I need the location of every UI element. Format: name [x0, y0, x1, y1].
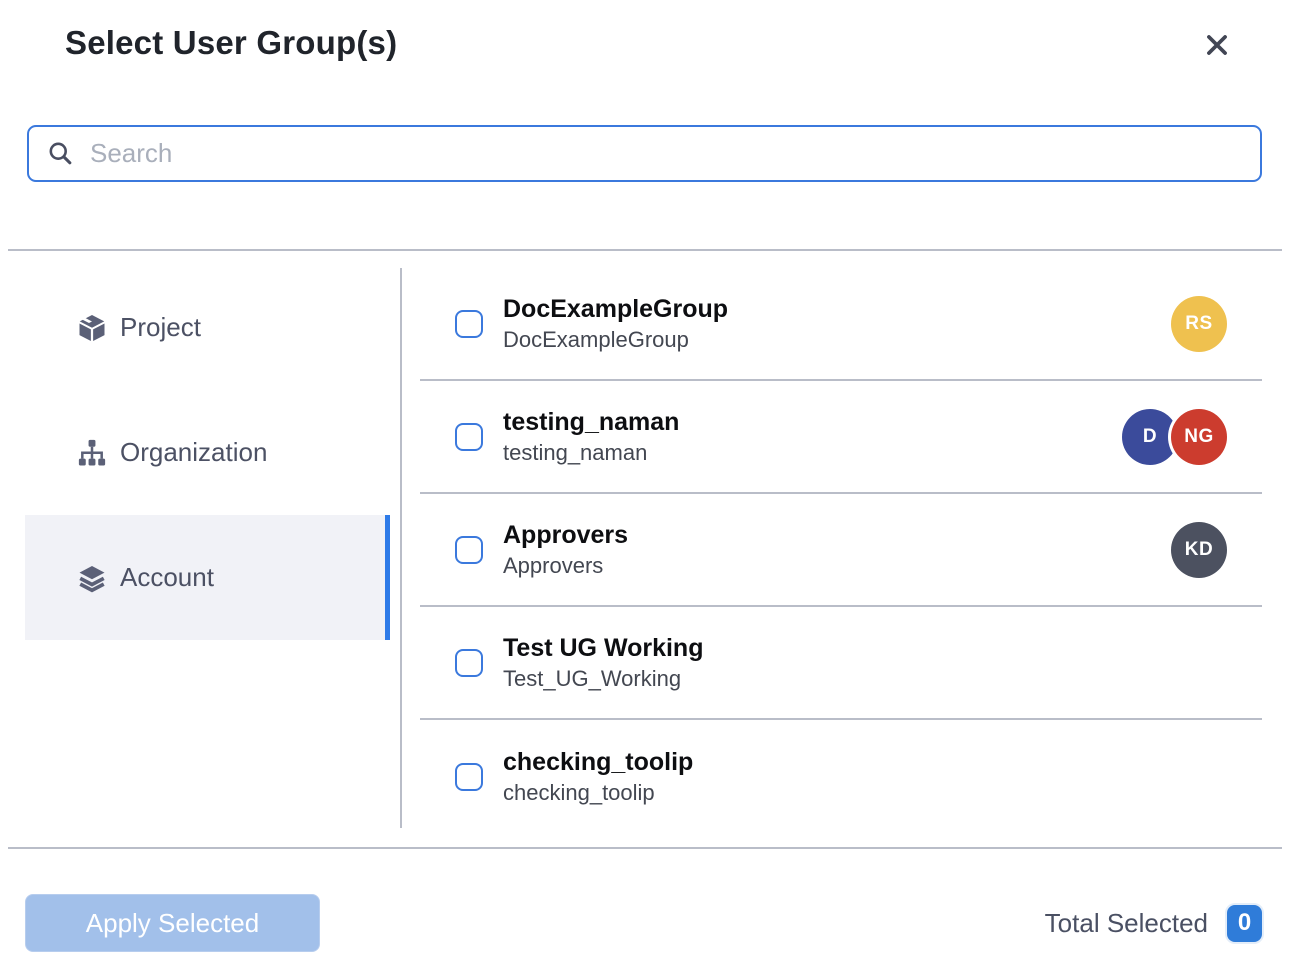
avatar: RS: [1171, 296, 1227, 352]
group-row: Test UG Working Test_UG_Working: [420, 607, 1262, 720]
avatar: NG: [1171, 409, 1227, 465]
total-selected-label: Total Selected: [1045, 908, 1208, 939]
org-chart-icon: [77, 438, 107, 468]
footer-divider: [8, 847, 1282, 849]
group-avatars: RS: [1171, 296, 1227, 352]
group-text: checking_toolip checking_toolip: [503, 748, 693, 806]
total-selected: Total Selected 0: [1045, 903, 1262, 943]
group-subtitle: checking_toolip: [503, 780, 693, 806]
group-checkbox[interactable]: [455, 649, 483, 677]
sidebar-item-account[interactable]: Account: [25, 515, 390, 640]
group-subtitle: testing_naman: [503, 440, 679, 466]
group-checkbox[interactable]: [455, 423, 483, 451]
group-checkbox[interactable]: [455, 536, 483, 564]
select-user-groups-modal: Select User Group(s) Project Organizatio…: [0, 0, 1290, 970]
group-subtitle: DocExampleGroup: [503, 327, 728, 353]
group-row: testing_naman testing_naman DNG: [420, 381, 1262, 494]
group-avatars: DNG: [1122, 409, 1227, 465]
sidebar-item-organization[interactable]: Organization: [25, 390, 390, 515]
search-input[interactable]: [90, 138, 1242, 169]
header-divider: [8, 249, 1282, 251]
total-selected-badge: 0: [1227, 905, 1262, 942]
group-checkbox[interactable]: [455, 310, 483, 338]
group-text: Approvers Approvers: [503, 521, 628, 579]
group-title: testing_naman: [503, 408, 679, 437]
cube-icon: [77, 313, 107, 343]
sidebar-tabs: Project Organization Account: [25, 265, 390, 640]
page-title: Select User Group(s): [65, 24, 397, 62]
group-text: DocExampleGroup DocExampleGroup: [503, 295, 728, 353]
search-box: [27, 125, 1262, 182]
user-group-list: DocExampleGroup DocExampleGroup RS testing_…: [420, 268, 1262, 833]
group-checkbox[interactable]: [455, 763, 483, 791]
search-icon: [47, 140, 74, 167]
layers-icon: [77, 563, 107, 593]
group-row: DocExampleGroup DocExampleGroup RS: [420, 268, 1262, 381]
group-title: Approvers: [503, 521, 628, 550]
avatar: D: [1122, 409, 1178, 465]
close-icon: [1202, 30, 1232, 60]
group-title: DocExampleGroup: [503, 295, 728, 324]
apply-selected-button[interactable]: Apply Selected: [25, 894, 320, 952]
group-title: Test UG Working: [503, 634, 703, 663]
avatar: KD: [1171, 522, 1227, 578]
group-title: checking_toolip: [503, 748, 693, 777]
sidebar-item-project[interactable]: Project: [25, 265, 390, 390]
sidebar-item-label: Account: [120, 562, 214, 593]
group-subtitle: Test_UG_Working: [503, 666, 703, 692]
group-row: Approvers Approvers KD: [420, 494, 1262, 607]
group-text: Test UG Working Test_UG_Working: [503, 634, 703, 692]
close-button[interactable]: [1199, 27, 1235, 63]
vertical-divider: [400, 268, 402, 828]
group-text: testing_naman testing_naman: [503, 408, 679, 466]
sidebar-item-label: Organization: [120, 437, 267, 468]
group-row: checking_toolip checking_toolip: [420, 720, 1262, 833]
sidebar-item-label: Project: [120, 312, 201, 343]
group-subtitle: Approvers: [503, 553, 628, 579]
group-avatars: KD: [1171, 522, 1227, 578]
